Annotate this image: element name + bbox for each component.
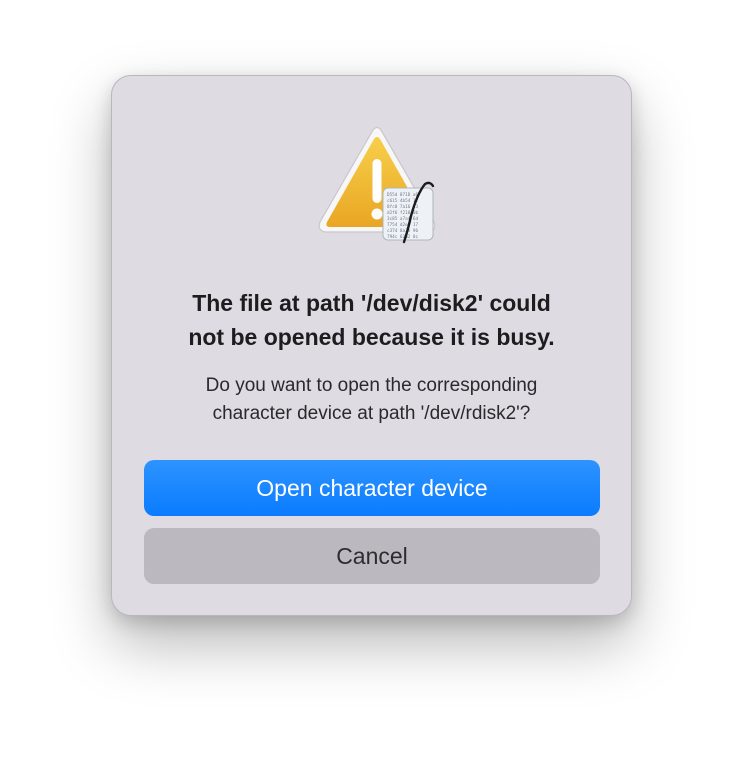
alert-dialog: D55d 871D a6 c615 4b54 12 8fc8 7a16 23 d… — [111, 75, 632, 616]
hex-editor-document-icon: D55d 871D a6 c615 4b54 12 8fc8 7a16 23 d… — [382, 181, 435, 244]
svg-text:794c 62a2 0c: 794c 62a2 0c — [387, 234, 418, 240]
svg-text:c615 4b54 12: c615 4b54 12 — [387, 198, 418, 204]
warning-triangle-icon: D55d 871D a6 c615 4b54 12 8fc8 7a16 23 d… — [313, 126, 441, 246]
svg-text:7754 d2e9 17: 7754 d2e9 17 — [387, 222, 418, 228]
svg-text:D55d 871D a6: D55d 871D a6 — [387, 192, 418, 198]
svg-text:3c85 a7a4 6d: 3c85 a7a4 6d — [387, 216, 418, 222]
open-character-device-button[interactable]: Open character device — [144, 460, 600, 516]
alert-title: The file at path '/dev/disk2' could not … — [188, 290, 555, 350]
alert-message: Do you want to open the corresponding ch… — [205, 375, 538, 424]
svg-text:c374 8a3e 96: c374 8a3e 96 — [387, 228, 418, 234]
svg-text:d2f6 f218 0b: d2f6 f218 0b — [387, 210, 418, 216]
cancel-button[interactable]: Cancel — [144, 528, 600, 584]
screen: D55d 871D a6 c615 4b54 12 8fc8 7a16 23 d… — [0, 0, 744, 764]
